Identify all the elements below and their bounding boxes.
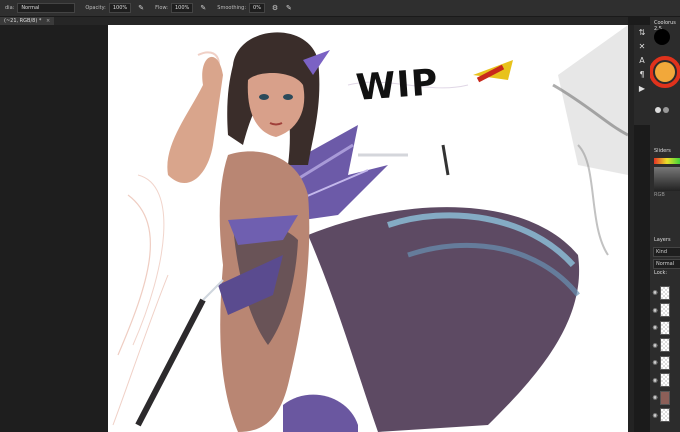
lock-label: Lock: <box>654 270 668 276</box>
paragraph-icon[interactable]: ¶ <box>634 67 650 81</box>
document-tabbar: (~21, RGB/8) * × <box>0 17 628 25</box>
blend-mode-select[interactable]: Normal <box>653 259 680 269</box>
visibility-eye-icon[interactable]: ◉ <box>650 342 660 349</box>
visibility-eye-icon[interactable]: ◉ <box>650 359 660 366</box>
layer-filter-select[interactable]: Kind <box>653 247 680 257</box>
visibility-eye-icon[interactable]: ◉ <box>650 412 660 419</box>
layer-row[interactable]: ◉ <box>650 372 680 390</box>
visibility-eye-icon[interactable]: ◉ <box>650 307 660 314</box>
canvas[interactable]: WIP <box>108 25 628 432</box>
visibility-eye-icon[interactable]: ◉ <box>650 289 660 296</box>
flow-field[interactable]: 100% <box>171 3 194 13</box>
layer-row[interactable]: ◉ <box>650 284 680 302</box>
flow-label: Flow: <box>155 5 168 11</box>
mode-label: dia: <box>5 5 15 11</box>
layer-thumbnail <box>660 390 670 405</box>
opacity-field[interactable]: 100% <box>108 3 132 13</box>
wip-label: WIP <box>354 62 440 109</box>
layer-row[interactable]: ◉ <box>650 302 680 320</box>
layer-row[interactable]: ◉ <box>650 354 680 372</box>
visibility-eye-icon[interactable]: ◉ <box>650 377 660 384</box>
panel-icon-column: ⇅ ✕ A ¶ ▶ <box>634 25 650 125</box>
document-tab-title: (~21, RGB/8) * <box>4 18 42 24</box>
layer-thumbnail <box>660 285 670 300</box>
value-slider[interactable] <box>654 167 680 191</box>
layer-thumbnail <box>660 320 670 335</box>
layers-panel-title: Layers <box>654 237 671 243</box>
layer-row[interactable]: ◉ <box>650 389 680 407</box>
butterfly-icon[interactable]: ✎ <box>285 4 293 12</box>
layers-list: ◉ ◉ ◉ ◉ ◉ ◉ ◉ ◉ <box>650 284 680 424</box>
visibility-eye-icon[interactable]: ◉ <box>650 394 660 401</box>
hue-slider[interactable] <box>654 158 680 164</box>
layer-row[interactable]: ◉ <box>650 407 680 425</box>
mode-select[interactable]: Normal <box>17 3 76 13</box>
opacity-label: Opacity: <box>85 5 106 11</box>
layer-thumbnail <box>660 338 670 353</box>
wrench-icon[interactable]: ✕ <box>634 39 650 53</box>
color-wheel[interactable] <box>650 27 680 122</box>
close-icon[interactable]: × <box>46 18 50 24</box>
play-icon[interactable]: ▶ <box>634 81 650 95</box>
visibility-eye-icon[interactable]: ◉ <box>650 324 660 331</box>
sliders-mode-label: RGB <box>654 192 665 198</box>
adjust-icon[interactable]: ⇅ <box>634 25 650 39</box>
layer-thumbnail <box>660 303 670 318</box>
layer-thumbnail <box>660 373 670 388</box>
pen-pressure-icon[interactable]: ✎ <box>137 4 145 12</box>
sliders-panel-title: Sliders <box>654 148 671 154</box>
options-bar: dia: Normal Opacity: 100% ✎ Flow: 100% ✎… <box>0 0 680 17</box>
smoothing-field[interactable]: 0% <box>249 3 265 13</box>
layer-thumbnail <box>660 355 670 370</box>
text-icon[interactable]: A <box>634 53 650 67</box>
smoothing-label: Smoothing: <box>217 5 247 11</box>
layer-row[interactable]: ◉ <box>650 319 680 337</box>
gear-icon[interactable]: ⚙ <box>271 4 279 12</box>
layer-thumbnail <box>660 408 670 423</box>
document-tab[interactable]: (~21, RGB/8) * × <box>0 17 55 25</box>
layer-row[interactable]: ◉ <box>650 337 680 355</box>
airbrush-icon[interactable]: ✎ <box>199 4 207 12</box>
